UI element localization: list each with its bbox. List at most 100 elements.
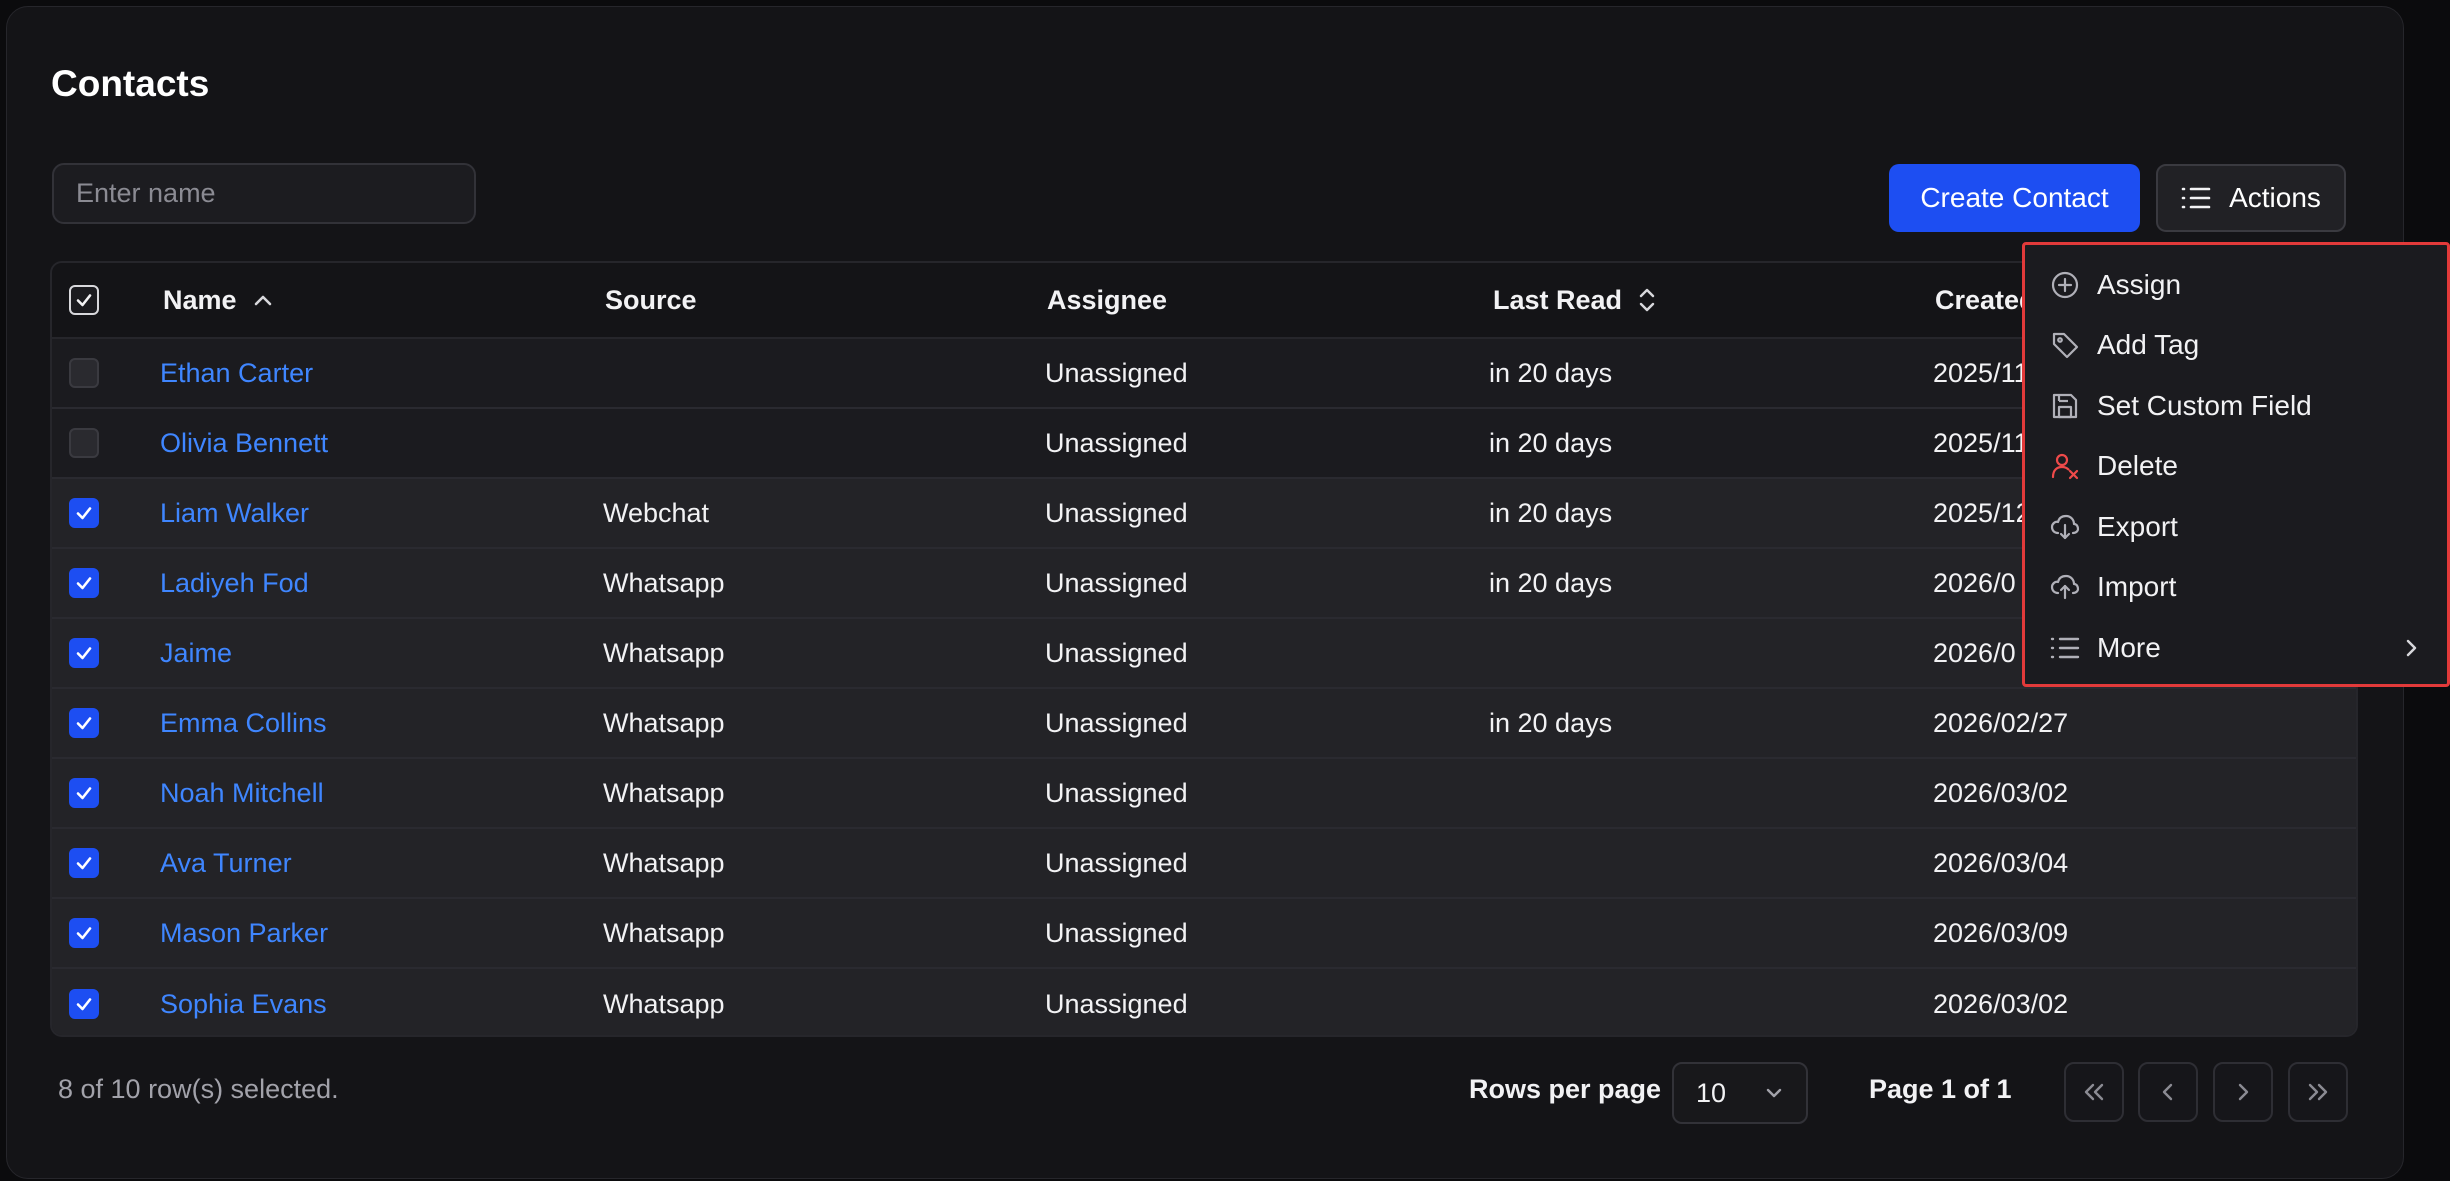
row-checkbox[interactable] [69,428,99,458]
table-row[interactable]: Olivia Bennett Unassigned in 20 days 2025/1… [52,409,2356,479]
table-row[interactable]: Sophia Evans Whatsapp Unassigned 2026/03/02 [52,969,2356,1035]
contact-name-link[interactable]: Ava Turner [160,829,292,897]
save-icon [2049,390,2081,422]
row-checkbox[interactable] [69,708,99,738]
contact-name-link[interactable]: Liam Walker [160,479,309,547]
page-info: Page 1 of 1 [1869,1074,2012,1104]
last-read-cell: in 20 days [1489,357,1613,388]
menu-item-export[interactable]: Export [2025,498,2447,556]
row-checkbox[interactable] [69,848,99,878]
row-checkbox[interactable] [69,778,99,808]
table-row[interactable]: Mason Parker Whatsapp Unassigned 2026/03/09 [52,899,2356,969]
table-row[interactable]: Jaime Whatsapp Unassigned 2026/0 [52,619,2356,689]
row-select-cell [64,759,104,827]
table-row[interactable]: Emma Collins Whatsapp Unassigned in 20 days… [52,689,2356,759]
row-select-cell [64,969,104,1035]
last-read-cell: in 20 days [1489,567,1613,598]
assignee-cell: Unassigned [1045,707,1188,738]
list-icon [2049,632,2081,664]
menu-item-import[interactable]: Import [2025,558,2447,616]
create-contact-button[interactable]: Create Contact [1889,164,2140,232]
source-cell: Whatsapp [603,707,725,738]
chevron-down-icon [1764,1086,1784,1100]
row-select-cell [64,549,104,617]
contact-name-link[interactable]: Olivia Bennett [160,409,328,477]
row-checkbox[interactable] [69,989,99,1019]
select-all-checkbox[interactable] [69,285,99,315]
selection-count: 8 of 10 row(s) selected. [58,1074,339,1104]
table-body: Ethan Carter Unassigned in 20 days 2025/11 O… [52,339,2356,1035]
search-input[interactable] [52,163,476,224]
assignee-cell: Unassigned [1045,637,1188,668]
column-header-assignee: Assignee [1047,284,1168,315]
contact-name-link[interactable]: Ethan Carter [160,339,313,407]
source-cell: Whatsapp [603,637,725,668]
assignee-cell: Unassigned [1045,567,1188,598]
select-all-cell [64,263,104,337]
menu-item-label: Set Custom Field [2097,390,2312,421]
created-cell: 2025/11 [1933,427,2029,458]
chevrons-left-icon [2082,1082,2106,1102]
contact-name-link[interactable]: Noah Mitchell [160,759,324,827]
menu-item-assign[interactable]: Assign [2025,256,2447,314]
table-row[interactable]: Ava Turner Whatsapp Unassigned 2026/03/04 [52,829,2356,899]
contact-name-link[interactable]: Mason Parker [160,899,328,967]
assignee-cell: Unassigned [1045,357,1188,388]
contact-name-link[interactable]: Jaime [160,619,232,687]
assignee-cell: Unassigned [1045,847,1188,878]
menu-item-set-custom-field[interactable]: Set Custom Field [2025,377,2447,435]
table-header: Name Source Assignee Last Read Created [52,263,2356,339]
row-checkbox[interactable] [69,498,99,528]
menu-item-delete[interactable]: Delete [2025,437,2447,495]
chevrons-right-icon [2306,1082,2330,1102]
created-cell: 2025/12 [1933,497,2031,528]
last-page-button[interactable] [2288,1062,2348,1122]
source-cell: Whatsapp [603,777,725,808]
assignee-cell: Unassigned [1045,427,1188,458]
created-cell: 2026/03/02 [1933,988,2069,1019]
menu-item-more[interactable]: More [2025,619,2447,677]
menu-item-label: Add Tag [2097,329,2200,360]
chevron-right-icon [2403,632,2419,671]
row-checkbox[interactable] [69,568,99,598]
assignee-cell: Unassigned [1045,917,1188,948]
previous-page-button[interactable] [2138,1062,2198,1122]
actions-button-label: Actions [2229,182,2321,213]
row-select-cell [64,829,104,897]
contacts-table: Name Source Assignee Last Read Created E… [50,261,2358,1037]
created-cell: 2026/02/27 [1933,707,2069,738]
row-checkbox[interactable] [69,918,99,948]
assignee-cell: Unassigned [1045,988,1188,1019]
page-title: Contacts [51,63,210,104]
table-row[interactable]: Noah Mitchell Whatsapp Unassigned 2026/03/0… [52,759,2356,829]
source-cell: Webchat [603,497,710,528]
contact-name-link[interactable]: Sophia Evans [160,969,327,1035]
row-checkbox[interactable] [69,638,99,668]
contact-name-link[interactable]: Ladiyeh Fod [160,549,309,617]
table-row[interactable]: Ladiyeh Fod Whatsapp Unassigned in 20 days 2… [52,549,2356,619]
table-row[interactable]: Liam Walker Webchat Unassigned in 20 days 20… [52,479,2356,549]
plus-circle-icon [2049,269,2081,301]
actions-button[interactable]: Actions [2156,164,2346,232]
column-header-name[interactable]: Name [163,263,273,337]
table-row[interactable]: Ethan Carter Unassigned in 20 days 2025/11 [52,339,2356,409]
row-select-cell [64,689,104,757]
tag-icon [2049,329,2081,361]
assignee-cell: Unassigned [1045,777,1188,808]
rows-per-page-value: 10 [1696,1077,1727,1108]
row-checkbox[interactable] [69,358,99,388]
contact-name-link[interactable]: Emma Collins [160,689,327,757]
column-header-last-read[interactable]: Last Read [1493,263,1656,337]
sort-ascending-icon [253,293,273,307]
chevron-right-icon [2235,1082,2251,1102]
row-select-cell [64,339,104,407]
rows-per-page-select[interactable]: 10 [1672,1062,1808,1124]
created-cell: 2026/03/02 [1933,777,2069,808]
created-cell: 2026/03/09 [1933,917,2069,948]
first-page-button[interactable] [2064,1062,2124,1122]
next-page-button[interactable] [2213,1062,2273,1122]
menu-item-add-tag[interactable]: Add Tag [2025,316,2447,374]
source-cell: Whatsapp [603,567,725,598]
cloud-download-icon [2049,511,2081,543]
list-icon [2181,185,2211,211]
